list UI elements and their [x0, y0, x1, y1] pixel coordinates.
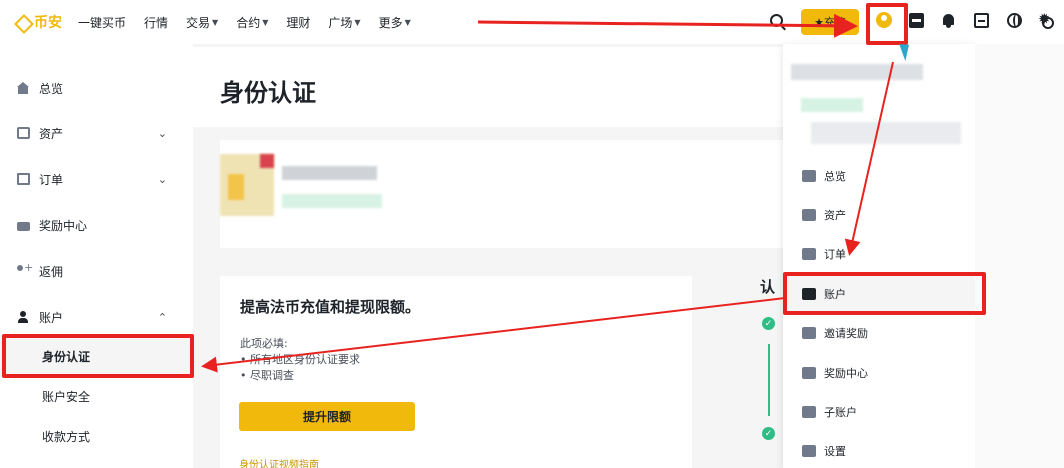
annotation-arrows [201, 13, 894, 373]
arrow-to-account-menu [844, 61, 894, 256]
arrow-to-identity-verification [201, 297, 786, 373]
arrow-to-user-icon [477, 13, 858, 38]
